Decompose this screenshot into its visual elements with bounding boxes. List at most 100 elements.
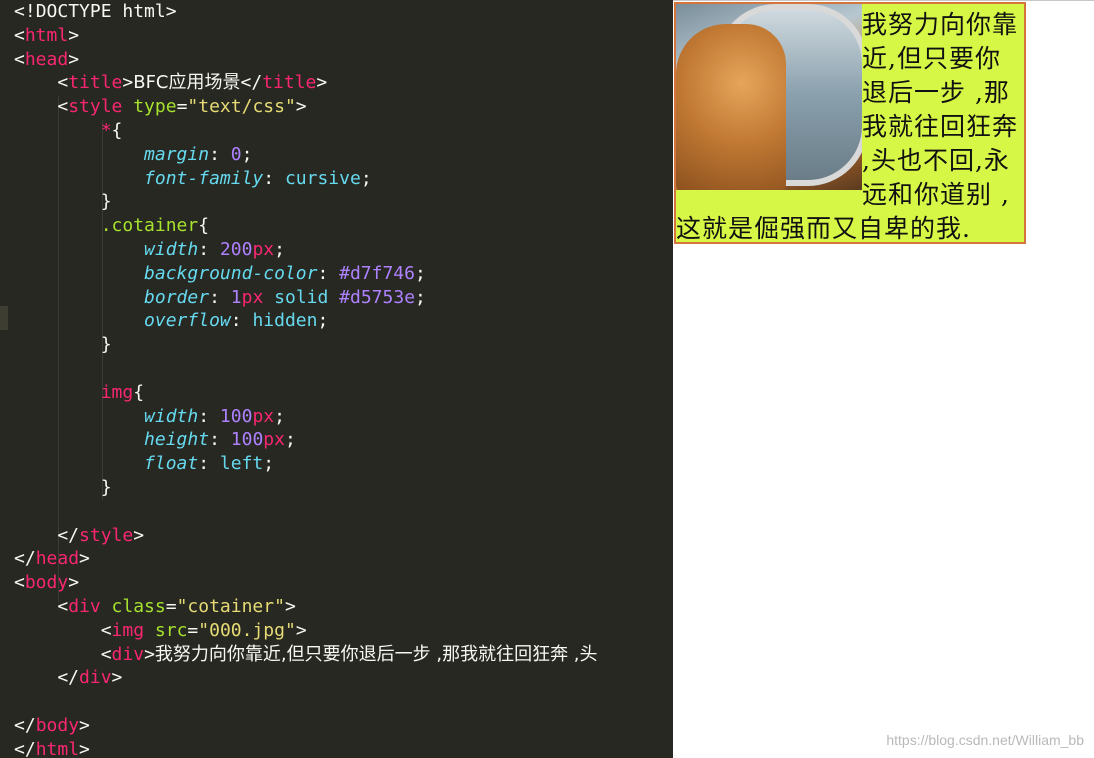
code-token: left	[219, 453, 264, 475]
code-token: >	[111, 667, 123, 689]
code-token: 200	[219, 238, 253, 260]
code-line[interactable]: <title>BFC应用场景</title>	[14, 71, 598, 95]
code-token: width	[144, 238, 199, 260]
code-token: .cotainer	[100, 215, 199, 237]
code-token: >	[316, 72, 328, 94]
code-token: }	[14, 334, 112, 356]
code-line[interactable]: }	[14, 333, 598, 357]
code-token: =	[187, 619, 199, 641]
code-token: html	[35, 738, 80, 758]
code-token: <	[14, 595, 69, 617]
code-token: px	[252, 405, 275, 427]
code-line[interactable]: width: 200px;	[14, 238, 598, 262]
code-token: ;	[284, 429, 296, 451]
code-token: <	[14, 643, 112, 665]
code-token: class	[111, 595, 166, 617]
code-line[interactable]: background-color: #d7f746;	[14, 262, 598, 286]
code-token: img	[111, 619, 145, 641]
code-token: px	[263, 429, 285, 451]
code-token: style	[79, 524, 134, 546]
code-line[interactable]: margin: 0;	[14, 143, 598, 167]
code-token: >	[122, 72, 134, 94]
code-line[interactable]: <div>我努力向你靠近,但只要你退后一步 ,那我就往回狂奔 ,头	[14, 643, 598, 667]
code-line[interactable]: .cotainer{	[14, 214, 598, 238]
code-token: px	[241, 286, 264, 308]
code-line[interactable]: }	[14, 476, 598, 500]
code-line[interactable]: img{	[14, 381, 598, 405]
code-token: :	[198, 453, 220, 475]
code-token: *	[100, 119, 112, 141]
code-token: >	[144, 643, 155, 665]
code-token: </	[14, 667, 80, 689]
code-token: :	[198, 405, 220, 427]
code-token: 我努力向你靠近,但只要你退后一步 ,那我就往回狂奔 ,头	[154, 643, 598, 665]
code-line[interactable]: <img src="000.jpg">	[14, 619, 598, 643]
code-token: ;	[415, 286, 426, 308]
code-line[interactable]: width: 100px;	[14, 405, 598, 429]
code-token: >	[79, 714, 90, 736]
code-token: "text/css"	[187, 96, 296, 118]
code-token: ;	[360, 167, 372, 189]
code-line[interactable]: </body>	[14, 714, 598, 738]
code-token: <	[14, 96, 69, 118]
code-line[interactable]: overflow: hidden;	[14, 309, 598, 333]
code-token: src	[154, 619, 188, 641]
code-line[interactable]: <div class="cotainer">	[14, 595, 598, 619]
code-token: #d5753e	[339, 286, 416, 308]
code-line[interactable]: </div>	[14, 666, 598, 690]
code-line[interactable]: <body>	[14, 571, 598, 595]
code-token: :	[317, 262, 340, 284]
code-line[interactable]: <html>	[14, 24, 598, 48]
code-token: =	[176, 96, 188, 118]
code-line[interactable]	[14, 500, 598, 524]
code-token: ;	[263, 453, 275, 475]
code-line[interactable]: <head>	[14, 48, 598, 72]
code-line[interactable]: </html>	[14, 738, 598, 758]
preview-divider	[673, 0, 1094, 1]
code-token: >	[79, 548, 90, 570]
code-line[interactable]: </head>	[14, 547, 598, 571]
code-token: type	[133, 96, 177, 118]
code-token: margin	[144, 143, 210, 165]
code-token: ;	[414, 262, 426, 284]
code-token: cursive	[284, 167, 361, 189]
code-token: overflow	[144, 310, 231, 332]
code-line[interactable]: font-family: cursive;	[14, 167, 598, 191]
code-token: html>	[111, 1, 177, 22]
code-token: }	[14, 476, 112, 498]
code-lines: <!DOCTYPE html> <html> <head> <title>BFC应用…	[14, 0, 598, 758]
code-token: background-color	[144, 262, 318, 284]
code-line[interactable]: *{	[14, 119, 598, 143]
code-token: ;	[241, 143, 253, 165]
code-token: solid	[274, 286, 329, 308]
code-token: >	[68, 24, 80, 46]
code-token: ;	[274, 238, 285, 260]
code-line[interactable]: }	[14, 190, 598, 214]
code-token: height	[144, 429, 210, 451]
code-line[interactable]: <!DOCTYPE html>	[14, 0, 598, 24]
code-editor[interactable]: <!DOCTYPE html> <html> <head> <title>BFC应用…	[0, 0, 673, 758]
code-token: ;	[274, 405, 285, 427]
code-line[interactable]	[14, 357, 598, 381]
code-line[interactable]: height: 100px;	[14, 428, 598, 452]
code-token: :	[230, 310, 253, 332]
code-line[interactable]: <style type="text/css">	[14, 95, 598, 119]
code-token: hidden	[252, 310, 318, 332]
code-line[interactable]: float: left;	[14, 452, 598, 476]
code-line[interactable]: border: 1px solid #d5753e;	[14, 286, 598, 310]
code-token: >	[79, 738, 90, 758]
code-line[interactable]	[14, 690, 598, 714]
code-token: border	[144, 286, 210, 308]
code-line[interactable]: </style>	[14, 524, 598, 548]
code-token: div	[111, 643, 145, 665]
